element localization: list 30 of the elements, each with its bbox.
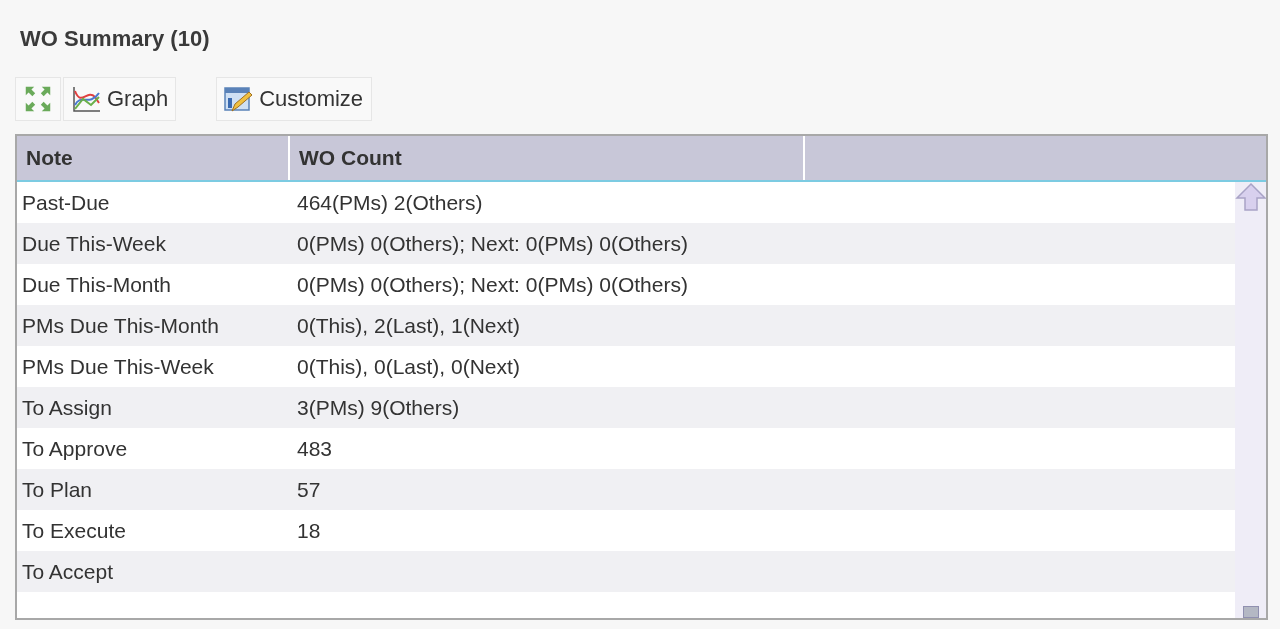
table-cell: Due This-Week	[22, 231, 166, 255]
column-header[interactable]: WO Count	[290, 136, 805, 180]
table-cell: 0(This), 2(Last), 1(Next)	[297, 313, 520, 337]
table-cell: 0(PMs) 0(Others); Next: 0(PMs) 0(Others)	[297, 231, 688, 255]
line-chart-icon	[71, 85, 101, 113]
scrollbar[interactable]	[1235, 182, 1266, 618]
table-cell: To Execute	[22, 518, 126, 542]
expand-button[interactable]	[15, 77, 61, 121]
pencil-window-icon	[223, 84, 254, 114]
table-cell: Due This-Month	[22, 272, 171, 296]
table-cell: To Approve	[22, 436, 128, 460]
table-cell: 0(PMs) 0(Others); Next: 0(PMs) 0(Others)	[297, 272, 688, 296]
column-header[interactable]: Note	[17, 136, 290, 180]
table-cell: PMs Due This-Month	[22, 313, 219, 337]
table-cell: 464(PMs) 2(Others)	[297, 190, 483, 214]
table-cell: 18	[297, 518, 321, 542]
graph-button[interactable]: Graph	[63, 77, 177, 121]
table-cell: 3(PMs) 9(Others)	[297, 395, 460, 419]
scroll-thumb[interactable]	[1242, 606, 1259, 618]
table-cell: 483	[297, 436, 333, 460]
panel-title: WO Summary (10)	[19, 25, 211, 50]
table-cell: To Assign	[22, 395, 112, 419]
table-cell: 0(This), 0(Last), 0(Next)	[297, 354, 520, 378]
customize-button[interactable]: Customize	[216, 77, 373, 121]
table-cell: PMs Due This-Week	[22, 354, 214, 378]
table-cell: To Accept	[22, 559, 114, 583]
table-cell: Past-Due	[22, 190, 110, 214]
table-cell: 57	[297, 477, 321, 501]
scroll-up-arrow-icon[interactable]	[1234, 182, 1266, 212]
table-cell: To Plan	[22, 477, 93, 501]
